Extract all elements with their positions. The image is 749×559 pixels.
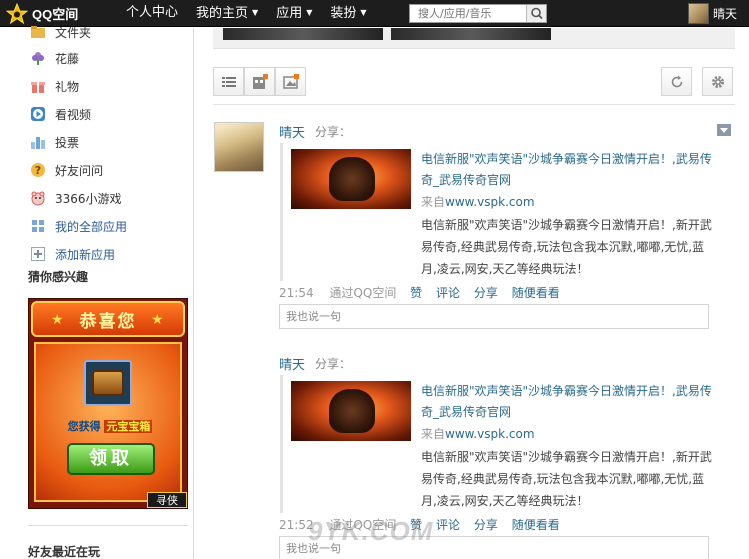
flower-icon	[32, 52, 44, 65]
shared-link-card: 电信新服"欢声笑语"沙城争霸赛今日激情开启！,武易传奇_武易传奇官网 来自www…	[280, 375, 712, 513]
feed-author[interactable]: 晴天	[279, 354, 305, 373]
nav-decorate[interactable]: 装扮 ▼	[330, 0, 366, 27]
sidebar-item-vote[interactable]: 投票	[30, 132, 79, 152]
search-input[interactable]	[410, 5, 526, 22]
photo-filter-button[interactable]	[275, 67, 306, 96]
gear-icon	[712, 76, 724, 88]
game-icon	[31, 191, 45, 206]
sidebar: 文件夹 花藤 礼物 看视频 投票 ? 好友问问 3366小游戏 我的全部应用 添…	[0, 26, 194, 559]
comment-button[interactable]: 评论	[436, 286, 460, 300]
video-icon	[31, 107, 45, 121]
source-link[interactable]: www.vspk.com	[445, 427, 535, 441]
shared-description: 电信新服"欢声笑语"沙城争霸赛今日激情开启！,新开武易传奇,经典武易传奇,玩法包…	[421, 450, 712, 508]
user-name[interactable]: 晴天	[713, 5, 737, 22]
feed-menu-button[interactable]	[717, 124, 731, 136]
feed-toolbar	[213, 67, 735, 105]
user-menu[interactable]: 晴天	[688, 3, 737, 24]
source-link[interactable]: www.vspk.com	[445, 195, 535, 209]
feed-time: 21:54	[279, 286, 314, 300]
avatar[interactable]	[688, 3, 709, 24]
main-feed: 晴天 分享： 电信新服"欢声笑语"沙城争霸赛今日激情开启！,武易传奇_武易传奇官…	[195, 28, 749, 559]
divider	[28, 525, 188, 526]
feed-author[interactable]: 晴天	[279, 122, 305, 141]
nav-apps[interactable]: 应用 ▼	[276, 0, 312, 27]
logo-text: QQ空间	[32, 7, 79, 22]
app-feed-icon	[253, 74, 268, 89]
photo-thumb[interactable]	[223, 28, 383, 40]
interest-title: 猜你感兴趣	[28, 270, 89, 284]
photo-icon	[283, 74, 299, 89]
claim-button[interactable]: 领取	[67, 443, 155, 475]
sidebar-item-all-apps[interactable]: 我的全部应用	[30, 216, 127, 236]
top-nav: 个人中心 我的主页 ▼ 应用 ▼ 装扮 ▼	[126, 0, 385, 27]
search-button[interactable]	[526, 5, 546, 22]
top-bar: QQ空间 个人中心 我的主页▼ 应用▼ 装扮▼ 晴天	[0, 0, 749, 27]
feed-verb: 分享：	[315, 125, 352, 139]
avatar[interactable]	[214, 122, 264, 172]
sidebar-item-ask-friends[interactable]: ? 好友问问	[30, 160, 103, 180]
qzone-star-icon	[6, 2, 28, 24]
feed-verb: 分享：	[315, 357, 352, 371]
settings-button[interactable]	[702, 67, 733, 96]
sidebar-item-3366-games[interactable]: 3366小游戏	[30, 188, 122, 208]
star-icon: ★	[151, 312, 164, 328]
app-filter-button[interactable]	[244, 67, 275, 96]
photo-thumb[interactable]	[391, 28, 551, 40]
sidebar-item-add-app[interactable]: 添加新应用	[30, 244, 115, 264]
nav-personal-center[interactable]: 个人中心	[126, 0, 178, 27]
add-app-icon	[31, 247, 45, 261]
sidebar-item-folder[interactable]: 文件夹	[30, 22, 91, 42]
sidebar-item-flower[interactable]: 花藤	[30, 48, 79, 68]
photo-strip	[213, 28, 735, 49]
share-button[interactable]: 分享	[474, 286, 498, 300]
shared-description: 电信新服"欢声笑语"沙城争霸赛今日激情开启！,新开武易传奇,经典武易传奇,玩法包…	[421, 218, 712, 276]
promo-banner[interactable]: ★ 恭喜您 ★ 您获得 元宝宝箱 领取 寻侠	[28, 298, 188, 509]
like-button[interactable]: 赞	[410, 286, 422, 300]
sidebar-item-video[interactable]: 看视频	[30, 104, 91, 124]
shared-thumbnail[interactable]	[291, 149, 411, 209]
feed-via: 通过QQ空间	[329, 286, 397, 300]
search-box	[409, 4, 547, 23]
comment-button[interactable]: 评论	[436, 518, 460, 532]
list-icon	[222, 77, 236, 87]
question-icon: ?	[31, 163, 45, 177]
refresh-icon	[671, 75, 683, 88]
promo-header: ★ 恭喜您 ★	[31, 301, 185, 337]
chevron-down-icon: ▼	[360, 8, 367, 17]
refresh-button[interactable]	[661, 67, 692, 96]
browse-button[interactable]: 随便看看	[512, 518, 560, 532]
vote-icon	[31, 137, 45, 149]
shared-thumbnail[interactable]	[291, 381, 411, 441]
chevron-down-icon: ▼	[306, 8, 313, 17]
all-apps-icon	[32, 220, 44, 232]
treasure-chest-icon	[84, 360, 132, 406]
shared-source: 来自www.vspk.com	[421, 427, 535, 441]
share-button[interactable]: 分享	[474, 518, 498, 532]
search-icon	[531, 7, 543, 20]
chevron-down-icon: ▼	[252, 8, 259, 17]
sidebar-item-gift[interactable]: 礼物	[30, 76, 79, 96]
svg-text:?: ?	[35, 164, 41, 177]
shared-title[interactable]: 电信新服"欢声笑语"沙城争霸赛今日激情开启！,武易传奇_武易传奇官网	[421, 381, 717, 423]
comment-input[interactable]: 我也说一句	[279, 304, 709, 329]
gift-icon	[31, 82, 45, 93]
browse-button[interactable]: 随便看看	[512, 286, 560, 300]
list-view-button[interactable]	[213, 67, 244, 96]
promo-body: 您获得 元宝宝箱 领取	[34, 342, 182, 502]
promo-tag: 寻侠	[147, 492, 187, 508]
watermark: 9YK.COM	[308, 516, 434, 546]
friends-playing-title: 好友最近在玩	[28, 545, 101, 559]
promo-gain-text: 您获得 元宝宝箱	[67, 420, 153, 433]
nav-my-homepage[interactable]: 我的主页 ▼	[196, 0, 258, 27]
shared-link-card: 电信新服"欢声笑语"沙城争霸赛今日激情开启！,武易传奇_武易传奇官网 来自www…	[280, 143, 712, 281]
shared-source: 来自www.vspk.com	[421, 195, 535, 209]
folder-icon	[31, 26, 45, 38]
shared-title[interactable]: 电信新服"欢声笑语"沙城争霸赛今日激情开启！,武易传奇_武易传奇官网	[421, 149, 717, 191]
feed-meta: 21:54 通过QQ空间 赞 评论 分享 随便看看	[279, 284, 560, 301]
